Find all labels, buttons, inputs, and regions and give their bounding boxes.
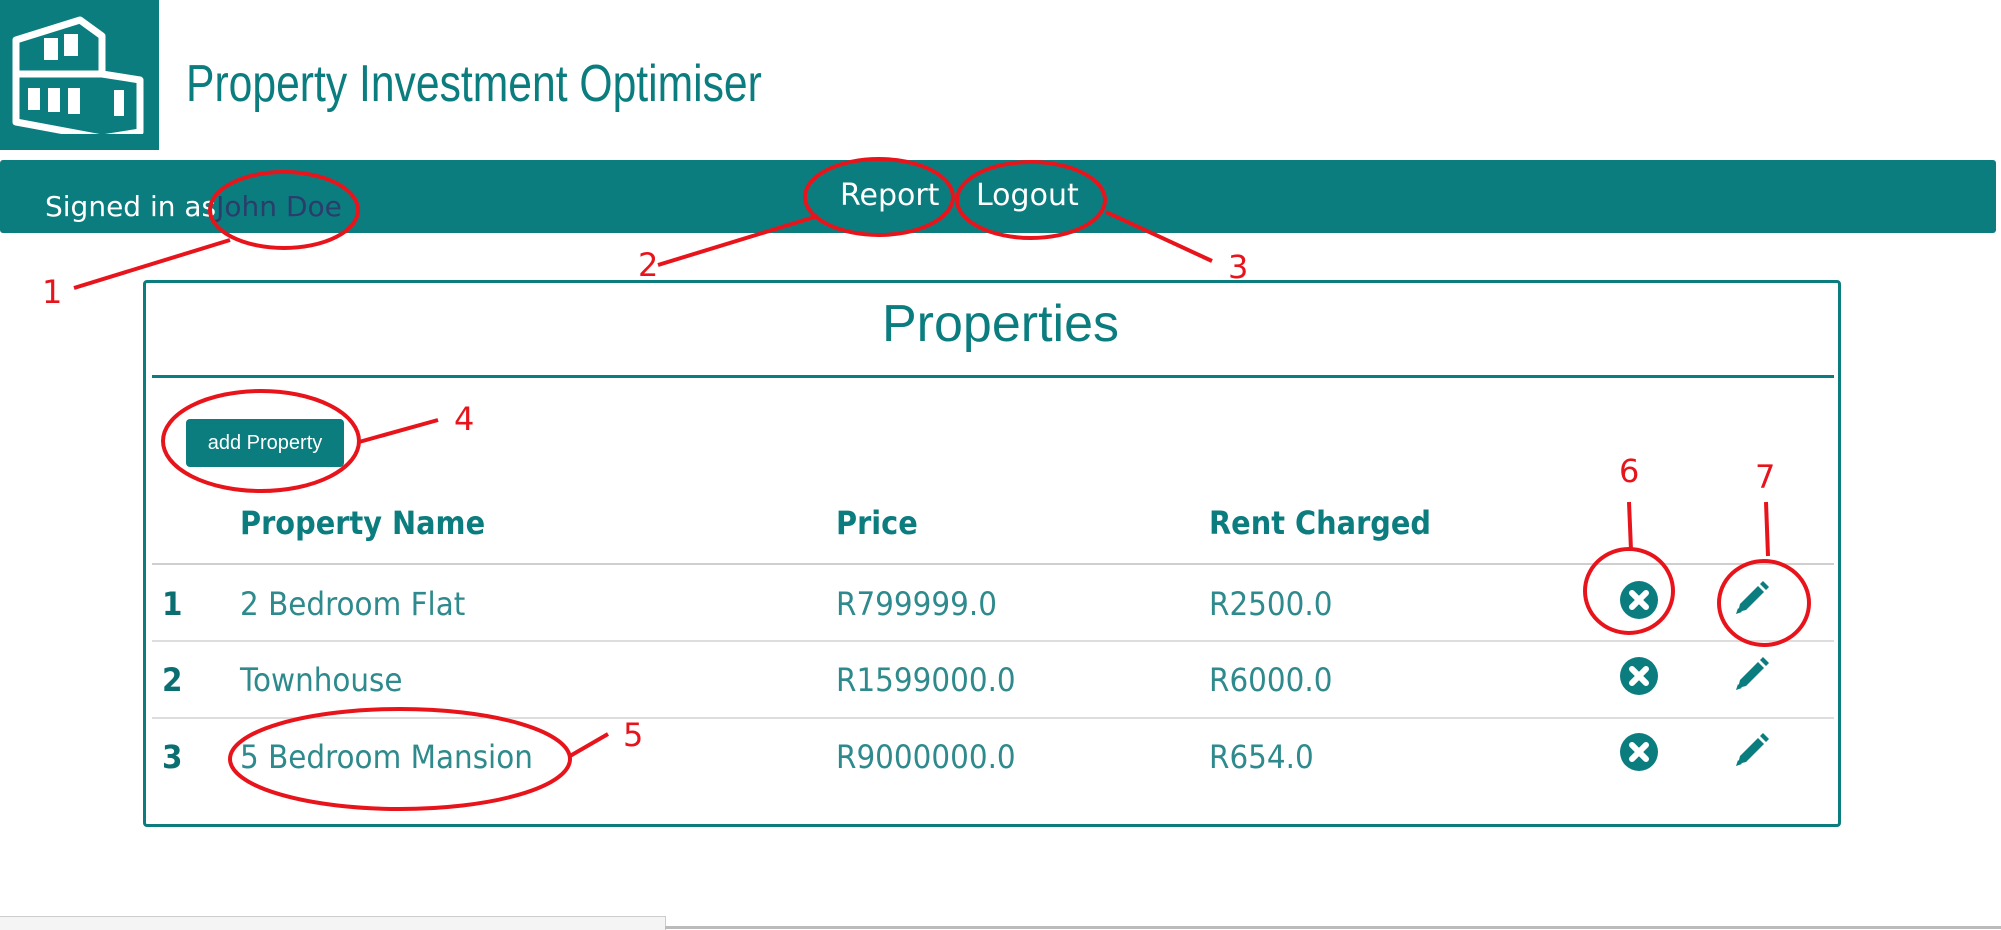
annotation-ellipse-4 (161, 389, 361, 493)
annotation-label-4: 4 (454, 400, 475, 438)
annotation-ellipse-2 (803, 157, 955, 237)
annotation-ellipse-7 (1717, 559, 1811, 647)
annotation-label-6: 6 (1619, 452, 1640, 490)
annotation-leader-1 (73, 238, 231, 290)
annotation-ellipse-5 (228, 707, 572, 811)
annotation-ellipse-6 (1583, 547, 1675, 635)
browser-status-bar (0, 916, 666, 930)
annotation-leader-2 (657, 214, 819, 267)
annotation-leader-5 (568, 732, 610, 758)
annotation-label-1: 1 (42, 273, 63, 311)
annotation-label-7: 7 (1755, 458, 1776, 496)
annotation-leader-3 (1105, 210, 1213, 263)
annotation-ellipse-3 (955, 160, 1107, 240)
annotation-leader-4 (358, 418, 439, 444)
annotation-leader-6 (1627, 501, 1633, 551)
annotation-ellipse-1 (208, 170, 360, 250)
annotation-overlay (73, 157, 1811, 811)
annotation-label-3: 3 (1228, 248, 1249, 286)
annotation-label-2: 2 (638, 246, 659, 284)
annotation-label-5: 5 (623, 716, 644, 754)
annotation-leader-7 (1764, 501, 1770, 557)
